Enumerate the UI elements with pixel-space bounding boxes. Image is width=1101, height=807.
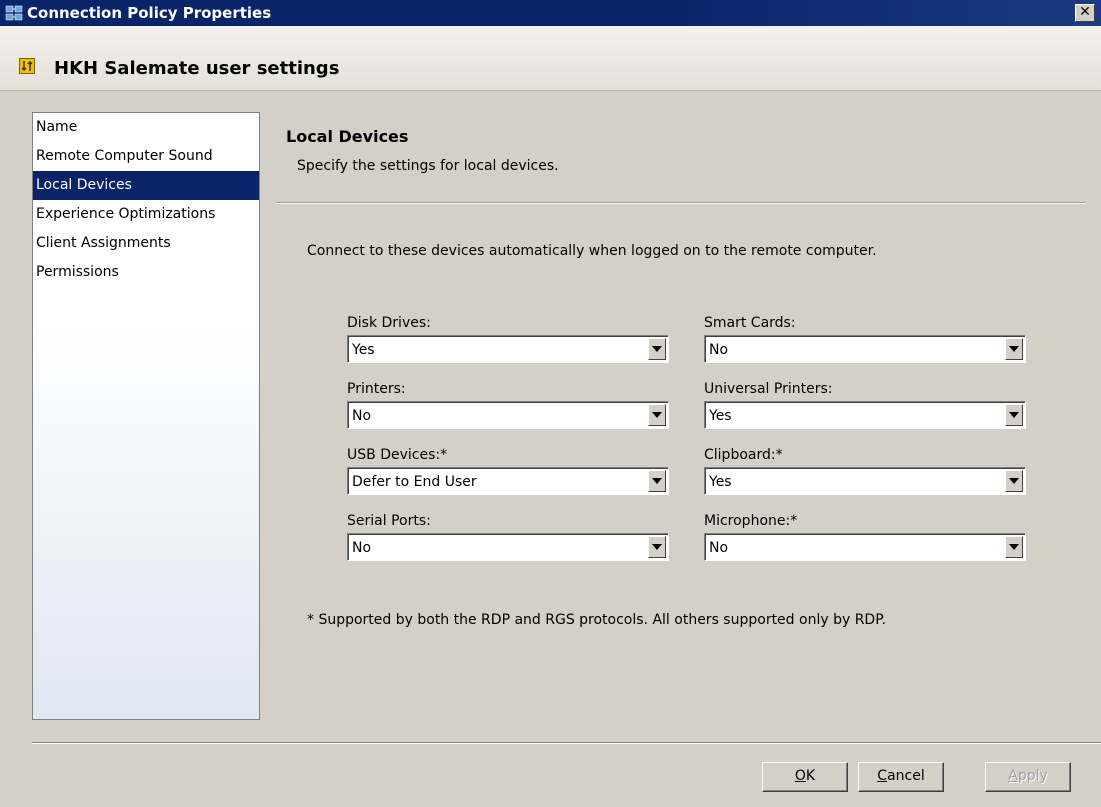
printers-value: No — [352, 408, 372, 424]
disk-drives-label: Disk Drives: — [347, 315, 431, 331]
smart-cards-select[interactable]: No — [704, 335, 1026, 363]
policy-icon — [19, 58, 35, 74]
universal-printers-label: Universal Printers: — [704, 381, 833, 397]
ok-label-rest: K — [805, 768, 816, 784]
nav-item-permissions[interactable]: Permissions — [33, 258, 259, 287]
intro-text: Connect to these devices automatically w… — [307, 243, 877, 259]
policy-title: HKH Salemate user settings — [54, 58, 340, 79]
apply-button[interactable]: Apply — [985, 762, 1071, 792]
section-subtitle: Specify the settings for local devices. — [297, 158, 559, 174]
apply-mnemonic: A — [1008, 768, 1018, 784]
usb-devices-value: Defer to End User — [352, 474, 477, 490]
universal-printers-select[interactable]: Yes — [704, 401, 1026, 429]
clipboard-value: Yes — [709, 474, 732, 490]
cancel-mnemonic: C — [877, 768, 888, 784]
footer-divider — [32, 742, 1101, 744]
cancel-label-rest: ancel — [887, 768, 925, 784]
apply-label-rest: pply — [1017, 768, 1048, 784]
serial-ports-value: No — [352, 540, 372, 556]
chevron-down-icon[interactable] — [1005, 470, 1023, 492]
close-icon: ✕ — [1079, 4, 1091, 20]
nav-item-experience-optimizations[interactable]: Experience Optimizations — [33, 200, 259, 229]
microphone-label: Microphone:* — [704, 513, 798, 529]
window-title: Connection Policy Properties — [27, 4, 272, 22]
disk-drives-select[interactable]: Yes — [347, 335, 669, 363]
universal-printers-value: Yes — [709, 408, 732, 424]
serial-ports-select[interactable]: No — [347, 533, 669, 561]
ok-mnemonic: O — [794, 768, 806, 784]
policy-header: HKH Salemate user settings — [0, 26, 1101, 91]
smart-cards-value: No — [709, 342, 729, 358]
connection-policy-icon — [5, 4, 23, 22]
nav-item-remote-computer-sound[interactable]: Remote Computer Sound — [33, 142, 259, 171]
chevron-down-icon[interactable] — [1005, 338, 1023, 360]
section-title: Local Devices — [286, 127, 409, 146]
microphone-select[interactable]: No — [704, 533, 1026, 561]
nav-item-name[interactable]: Name — [33, 113, 259, 142]
chevron-down-icon[interactable] — [1005, 536, 1023, 558]
chevron-down-icon[interactable] — [648, 404, 666, 426]
chevron-down-icon[interactable] — [1005, 404, 1023, 426]
microphone-value: No — [709, 540, 729, 556]
chevron-down-icon[interactable] — [648, 338, 666, 360]
clipboard-label: Clipboard:* — [704, 447, 783, 463]
smart-cards-label: Smart Cards: — [704, 315, 796, 331]
disk-drives-value: Yes — [352, 342, 375, 358]
usb-devices-select[interactable]: Defer to End User — [347, 467, 669, 495]
printers-label: Printers: — [347, 381, 406, 397]
close-button[interactable]: ✕ — [1075, 4, 1095, 22]
settings-nav: Name Remote Computer Sound Local Devices… — [32, 112, 260, 720]
ok-button[interactable]: OK — [762, 762, 848, 792]
nav-item-local-devices[interactable]: Local Devices — [33, 171, 259, 200]
nav-item-client-assignments[interactable]: Client Assignments — [33, 229, 259, 258]
clipboard-select[interactable]: Yes — [704, 467, 1026, 495]
serial-ports-label: Serial Ports: — [347, 513, 431, 529]
cancel-button[interactable]: Cancel — [858, 762, 944, 792]
header-divider — [276, 202, 1086, 204]
printers-select[interactable]: No — [347, 401, 669, 429]
chevron-down-icon[interactable] — [648, 470, 666, 492]
chevron-down-icon[interactable] — [648, 536, 666, 558]
protocol-note: * Supported by both the RDP and RGS prot… — [307, 612, 886, 628]
title-bar: Connection Policy Properties ✕ — [0, 0, 1101, 26]
usb-devices-label: USB Devices:* — [347, 447, 448, 463]
